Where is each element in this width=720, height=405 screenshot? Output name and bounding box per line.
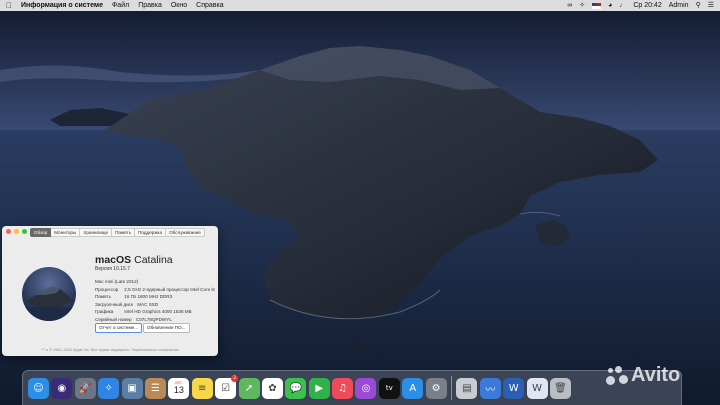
us-flag-icon[interactable] (592, 2, 602, 9)
menu-window[interactable]: Окно (171, 2, 187, 9)
music-icon[interactable]: ♫ (332, 377, 354, 399)
tab-overview[interactable]: Обзор (30, 228, 52, 237)
spec-value: C07L78QPDWYL (135, 316, 172, 322)
bluetooth-icon[interactable]: ✧ (579, 2, 585, 9)
tab-service[interactable]: Обслуживание (166, 228, 205, 237)
tab-support[interactable]: Поддержка (135, 228, 167, 237)
spec-graphics: Графика Intel HD Graphics 4000 1536 МБ (95, 308, 215, 316)
spec-list: Mac mini (Late 2012) Процессор 2,5 GHz 2… (95, 278, 215, 324)
tab-displays[interactable]: Мониторы (51, 228, 81, 237)
facetime-icon[interactable]: ▶ (308, 377, 330, 399)
window-titlebar[interactable]: Обзор Мониторы Хранилище Память Поддержк… (2, 226, 218, 237)
reminders-icon[interactable]: ☑ 2 (215, 374, 239, 399)
menu-bar:  Информация о системе Файл Правка Окно … (0, 0, 720, 11)
sysinfo-icon[interactable]: ▤ (456, 377, 478, 399)
spec-startup-disk: Загрузочный диск MAC SSD (95, 301, 215, 309)
launchpad-icon[interactable]: 🚀 (74, 377, 96, 399)
menubar-clock[interactable]: Ср 20:42 (633, 2, 661, 9)
spec-model: Mac mini (Late 2012) (95, 278, 215, 286)
calendar-day: 13 (173, 385, 184, 395)
spec-value: 2,5 GHz 2-ядерный процессор Intel Core i… (124, 286, 215, 292)
avito-watermark: Avito (606, 364, 680, 387)
close-button[interactable] (6, 229, 11, 234)
about-this-mac-window: Обзор Мониторы Хранилище Память Поддержк… (2, 226, 218, 356)
volume-icon[interactable]: ♩ (619, 2, 626, 9)
dock: ☺ ◉ 🚀 ✧ ▣ ☰ ОКТ. 13 ≡ ☑ 2 ➚ ✿ 💬 ▶ ♫ ◎ tv A ⚙ ▤ 〰 W W 🗑 (22, 370, 682, 405)
spec-label: Mac mini (Late 2012) (95, 279, 139, 284)
system-preferences-icon[interactable]: ⚙ (425, 377, 447, 399)
wifi-icon[interactable]: ◕ (608, 2, 612, 9)
photos-icon[interactable]: ✿ (261, 377, 283, 399)
minimize-button[interactable] (14, 229, 19, 234)
network-utility-icon[interactable]: 〰 (479, 377, 501, 399)
watermark-text: Avito (631, 364, 681, 386)
link-icon[interactable]: ∞ (567, 2, 572, 9)
tab-memory[interactable]: Память (112, 228, 136, 237)
software-update-button[interactable]: Обновление ПО... (143, 323, 190, 333)
dock-separator (451, 376, 453, 400)
notification-center-icon[interactable]: ☰ (708, 2, 714, 9)
siri-icon[interactable]: ◉ (51, 377, 73, 399)
trash-icon[interactable]: 🗑 (549, 377, 571, 399)
podcasts-icon[interactable]: ◎ (355, 377, 377, 399)
word-doc-icon[interactable]: W (526, 377, 548, 399)
spec-value: Intel HD Graphics 4000 1536 МБ (124, 309, 192, 315)
menu-file[interactable]: Файл (112, 2, 129, 9)
tab-storage[interactable]: Хранилище (80, 228, 113, 237)
system-report-button[interactable]: Отчет о системе... (95, 323, 142, 333)
spotlight-search-icon[interactable]: ⚲ (696, 2, 701, 9)
spec-label: Память (95, 294, 111, 300)
os-name-bold: macOS (95, 254, 132, 266)
copyright-text: ™ и © 1983–2020 Apple Inc. Все права защ… (41, 348, 179, 352)
os-title: macOS Catalina (95, 254, 173, 266)
menubar-user[interactable]: Admin (669, 2, 689, 9)
spec-label: Процессор (95, 286, 119, 292)
reminders-badge: 2 (231, 374, 239, 382)
menu-help[interactable]: Справка (196, 2, 223, 9)
safari-icon[interactable]: ✧ (98, 377, 120, 399)
macos-catalina-logo (22, 267, 76, 321)
notes-icon[interactable]: ≡ (191, 377, 213, 399)
os-name-light: Catalina (134, 254, 173, 266)
spec-label: Загрузочный диск (95, 301, 133, 307)
spec-memory: Память 16 ГБ 1600 MHz DDR3 (95, 293, 215, 301)
menu-edit[interactable]: Правка (138, 2, 162, 9)
maps-icon[interactable]: ➚ (238, 377, 260, 399)
menu-app-name[interactable]: Информация о системе (21, 2, 103, 9)
zoom-button[interactable] (22, 229, 27, 234)
os-version: Версия 10.15.7 (95, 266, 130, 272)
photo-preview-icon[interactable]: ▣ (121, 377, 143, 399)
tv-icon[interactable]: tv (378, 377, 400, 399)
spec-value: 16 ГБ 1600 MHz DDR3 (124, 294, 173, 300)
spec-processor: Процессор 2,5 GHz 2-ядерный процессор In… (95, 286, 215, 294)
word-icon[interactable]: W (503, 377, 525, 399)
spec-value: MAC SSD (137, 301, 159, 307)
finder-icon[interactable]: ☺ (28, 377, 49, 399)
avito-logo-icon (606, 365, 628, 387)
apple-menu-icon[interactable]:  (6, 1, 12, 10)
app-store-icon[interactable]: A (402, 377, 424, 399)
calendar-icon[interactable]: ОКТ. 13 (168, 377, 190, 399)
tab-bar: Обзор Мониторы Хранилище Память Поддержк… (30, 228, 205, 237)
spec-label: Графика (95, 309, 114, 315)
contacts-icon[interactable]: ☰ (144, 377, 166, 399)
messages-icon[interactable]: 💬 (285, 377, 307, 399)
